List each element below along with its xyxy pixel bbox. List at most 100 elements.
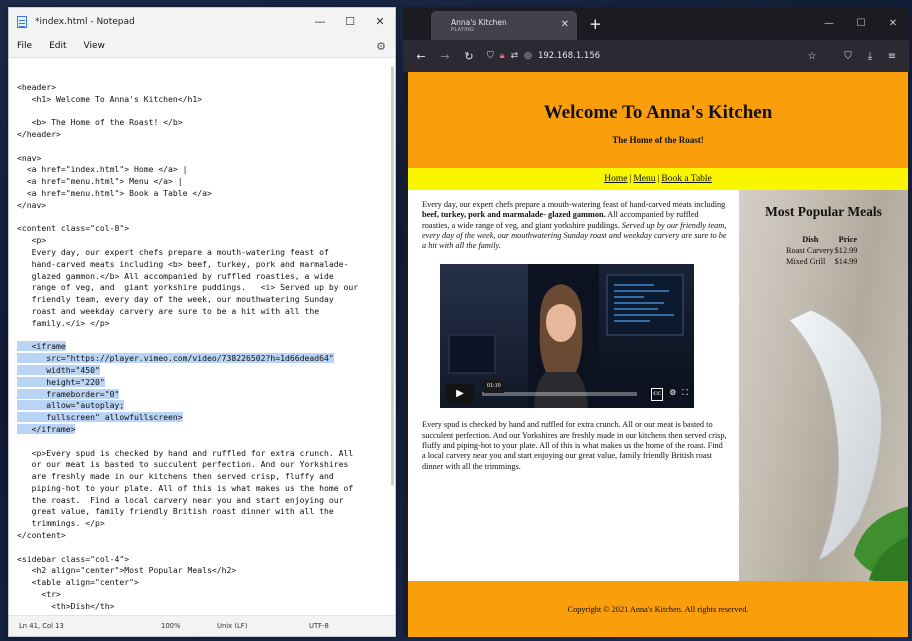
nav-link-book-a-table[interactable]: Book a Table [661, 174, 711, 184]
browser-window: Anna's Kitchen PLAYING ✕ + — ☐ ✕ ← → ↻ ⛉… [403, 7, 909, 637]
forward-arrow-icon[interactable]: → [433, 50, 457, 63]
code-text[interactable]: <header> <h1> Welcome To Anna's Kitchen<… [17, 70, 385, 615]
code-line[interactable]: <b> The Home of the Roast! </b> [17, 117, 385, 129]
code-line[interactable]: </content> [17, 530, 385, 542]
code-line[interactable]: <nav> [17, 153, 385, 165]
code-line[interactable]: </nav> [17, 200, 385, 212]
notepad-window: *index.html - Notepad — ☐ ✕ File Edit Vi… [8, 7, 396, 637]
notepad-editor[interactable]: <header> <h1> Welcome To Anna's Kitchen<… [9, 58, 395, 615]
code-line[interactable]: roast and weekday carvery are sure to be… [17, 306, 385, 318]
code-line[interactable]: glazed gammon.</b> All accompanied by ru… [17, 271, 385, 283]
minimize-button[interactable]: — [305, 8, 335, 35]
menu-file[interactable]: File [17, 41, 32, 51]
code-line[interactable]: <content class="col-8"> [17, 223, 385, 235]
reload-icon[interactable]: ↻ [457, 50, 481, 63]
code-line[interactable]: hand-carved meats including <b> beef, tu… [17, 259, 385, 271]
code-line[interactable]: piping-hot to your plate. All of this is… [17, 483, 385, 495]
code-line[interactable] [17, 436, 385, 448]
code-line[interactable]: friendly team, every day of the week, ou… [17, 294, 385, 306]
shield-icon[interactable]: ⛉ [487, 51, 494, 61]
back-arrow-icon[interactable]: ← [409, 50, 433, 63]
code-line[interactable] [17, 212, 385, 224]
sidebar-title: Most Popular Meals [765, 204, 882, 219]
permissions-icon[interactable]: ⇄ [511, 51, 519, 61]
nav-link-menu[interactable]: Menu [633, 174, 655, 184]
code-line[interactable]: or our meat is basted to succulent perfe… [17, 459, 385, 471]
tab-playing-label: PLAYING [451, 27, 475, 33]
menu-hamburger-icon[interactable]: ≡ [881, 51, 903, 62]
code-line[interactable]: src="https://player.vimeo.com/video/7382… [17, 353, 385, 365]
code-line[interactable]: allow="autoplay; [17, 400, 385, 412]
captions-icon[interactable]: CC [651, 388, 664, 401]
site-title: Welcome To Anna's Kitchen [543, 101, 773, 123]
code-line[interactable]: range of veg, and giant yorkshire puddin… [17, 282, 385, 294]
code-line[interactable]: <h1> Welcome To Anna's Kitchen</h1> [17, 94, 385, 106]
menu-edit[interactable]: Edit [49, 41, 66, 51]
menu-view[interactable]: View [84, 41, 105, 51]
browser-tabstrip: Anna's Kitchen PLAYING ✕ + — ☐ ✕ [403, 7, 909, 40]
code-line[interactable]: Every day, our expert chefs prepare a mo… [17, 247, 385, 259]
code-line[interactable]: <tr> [17, 589, 385, 601]
code-line[interactable]: great value, family friendly British roa… [17, 506, 385, 518]
close-button[interactable]: ✕ [365, 8, 395, 35]
tab-annas-kitchen[interactable]: Anna's Kitchen PLAYING ✕ [431, 11, 577, 40]
notepad-menubar: File Edit View ⚙ [9, 35, 395, 58]
settings-gear-icon[interactable]: ⚙ [669, 388, 676, 400]
code-line[interactable]: <p> [17, 235, 385, 247]
code-line[interactable] [17, 70, 385, 82]
code-line[interactable]: <iframe [17, 341, 385, 353]
pocket-icon[interactable]: ⛉ [837, 51, 859, 62]
code-line[interactable]: </header> [17, 129, 385, 141]
notepad-title: *index.html - Notepad [35, 16, 135, 27]
url-text[interactable]: 192.168.1.156 [538, 51, 600, 61]
code-line[interactable]: <h2 align="center">Most Popular Meals</h… [17, 565, 385, 577]
code-line[interactable]: height="220" [17, 376, 385, 389]
status-position: Ln 41, Col 13 [19, 622, 64, 630]
code-line[interactable]: <p>Every spud is checked by hand and ruf… [17, 448, 385, 460]
browser-maximize-button[interactable]: ☐ [845, 7, 877, 40]
notepad-titlebar[interactable]: *index.html - Notepad — ☐ ✕ [9, 8, 395, 35]
code-line[interactable]: the roast. Find a local carvery near you… [17, 495, 385, 507]
video-progress-bar[interactable] [482, 392, 638, 397]
autoplay-icon[interactable]: ◎ [524, 51, 532, 61]
video-player[interactable]: 01:10 ▶ CC ⚙ ⛶ [440, 264, 694, 409]
code-line[interactable]: width="450" [17, 364, 385, 377]
code-line[interactable]: frameborder="0" [17, 388, 385, 401]
popular-meals-table: Dish Price Roast Carvery $12.99 Mixed Gr… [786, 234, 861, 267]
code-line[interactable]: <th>Dish</th> [17, 601, 385, 613]
downloads-icon[interactable]: ⤓ [859, 51, 881, 62]
fullscreen-icon[interactable]: ⛶ [682, 388, 688, 400]
lock-warning-icon[interactable]: 🔒︎ [500, 51, 505, 61]
code-line[interactable]: <table align="center"> [17, 577, 385, 589]
code-line[interactable]: <sidebar class="col-4"> [17, 554, 385, 566]
status-encoding: UTF-8 [309, 622, 329, 630]
main-content: Every day, our expert chefs prepare a mo… [408, 190, 739, 581]
browser-close-button[interactable]: ✕ [877, 7, 909, 40]
bookmark-star-icon[interactable]: ☆ [801, 51, 823, 62]
code-line[interactable]: fullscreen" allowfullscreen> [17, 412, 385, 424]
code-line[interactable]: are freshly made in our kitchens then se… [17, 471, 385, 483]
nav-link-home[interactable]: Home [604, 174, 627, 184]
code-line[interactable]: </iframe> [17, 423, 385, 436]
maximize-button[interactable]: ☐ [335, 8, 365, 35]
url-bar[interactable]: ⛉ 🔒︎ ⇄ ◎ 192.168.1.156 [487, 45, 801, 67]
code-line[interactable] [17, 542, 385, 554]
code-line[interactable]: family.</i> </p> [17, 318, 385, 330]
code-line[interactable]: <a href="menu.html"> Book a Table </a> [17, 188, 385, 200]
code-line[interactable]: <th>Price</th> [17, 613, 385, 615]
code-line[interactable]: <a href="index.html"> Home </a> | [17, 164, 385, 176]
code-line[interactable] [17, 141, 385, 153]
browser-minimize-button[interactable]: — [813, 7, 845, 40]
new-tab-icon[interactable]: + [589, 15, 602, 33]
play-icon[interactable]: ▶ [446, 384, 474, 405]
code-line[interactable]: <header> [17, 82, 385, 94]
code-line[interactable]: <a href="menu.html"> Menu </a> | [17, 176, 385, 188]
basil-leaf-image [854, 506, 908, 581]
settings-gear-icon[interactable]: ⚙ [376, 40, 386, 53]
second-paragraph: Every spud is checked by hand and ruffle… [422, 420, 727, 471]
code-line[interactable] [17, 330, 385, 342]
tab-close-icon[interactable]: ✕ [561, 19, 569, 30]
code-line[interactable]: trimmings. </p> [17, 518, 385, 530]
editor-scrollbar[interactable] [391, 66, 394, 486]
code-line[interactable] [17, 105, 385, 117]
